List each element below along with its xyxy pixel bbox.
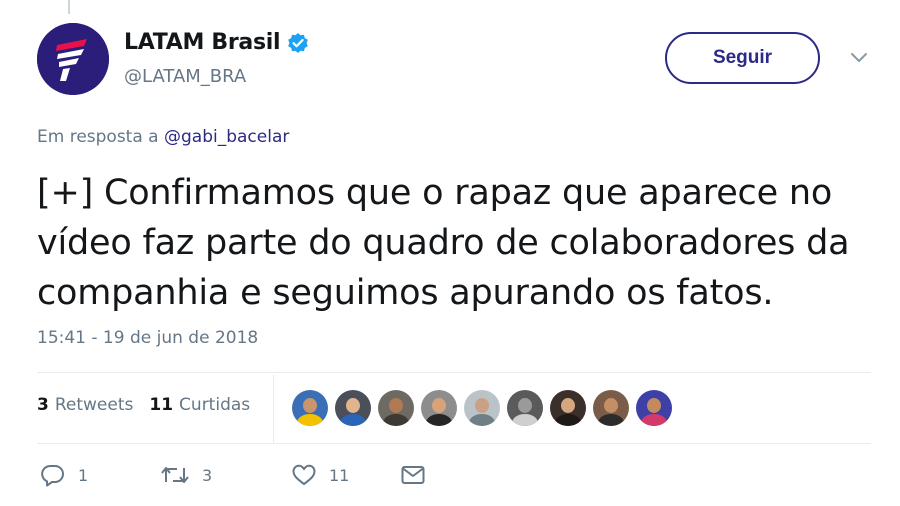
verified-badge-icon xyxy=(287,32,309,54)
display-name[interactable]: LATAM Brasil xyxy=(124,30,281,55)
retweet-button[interactable]: 3 xyxy=(160,463,291,487)
chevron-down-icon[interactable] xyxy=(848,50,870,66)
liker-avatar[interactable] xyxy=(550,390,586,426)
reply-icon xyxy=(40,463,66,487)
likes-stat[interactable]: 11 Curtidas xyxy=(149,395,250,415)
divider-bottom xyxy=(37,443,871,444)
retweet-icon xyxy=(160,463,190,487)
liker-avatar[interactable] xyxy=(507,390,543,426)
latam-logo xyxy=(37,23,109,95)
liker-avatar[interactable] xyxy=(593,390,629,426)
liker-avatar[interactable] xyxy=(421,390,457,426)
retweet-count: 3 xyxy=(202,465,213,485)
reply-prefix: Em resposta a xyxy=(37,127,164,147)
author-name-row: LATAM Brasil xyxy=(124,30,309,55)
like-count: 11 xyxy=(329,465,350,485)
liker-avatar[interactable] xyxy=(636,390,672,426)
retweets-stat[interactable]: 3 Retweets xyxy=(37,395,133,415)
heart-icon xyxy=(291,463,317,487)
retweets-count: 3 xyxy=(37,395,49,415)
tweet-text: [+] Confirmamos que o rapaz que aparece … xyxy=(37,173,850,313)
liker-avatar[interactable] xyxy=(335,390,371,426)
follow-button[interactable]: Seguir xyxy=(665,32,820,84)
liker-avatar[interactable] xyxy=(464,390,500,426)
liker-avatar[interactable] xyxy=(292,390,328,426)
likes-count: 11 xyxy=(149,395,174,415)
engagement-stats: 3 Retweets 11 Curtidas xyxy=(37,395,250,415)
stats-separator xyxy=(273,375,274,443)
reply-count: 1 xyxy=(78,465,89,485)
reply-context: Em resposta a @gabi_bacelar xyxy=(37,127,289,147)
envelope-icon xyxy=(400,463,426,487)
direct-message-button[interactable] xyxy=(400,463,426,487)
tweet-actions: 1 3 11 xyxy=(40,463,426,487)
likes-label: Curtidas xyxy=(179,395,251,415)
reply-mention-link[interactable]: @gabi_bacelar xyxy=(164,127,289,147)
thread-connector-line xyxy=(68,0,70,14)
reply-button[interactable]: 1 xyxy=(40,463,160,487)
avatar[interactable] xyxy=(37,23,109,95)
liker-avatar[interactable] xyxy=(378,390,414,426)
like-button[interactable]: 11 xyxy=(291,463,400,487)
liker-avatars xyxy=(292,390,679,426)
retweets-label: Retweets xyxy=(54,395,134,415)
tweet-timestamp[interactable]: 15:41 - 19 de jun de 2018 xyxy=(37,328,258,348)
handle[interactable]: @LATAM_BRA xyxy=(124,66,246,87)
divider-top xyxy=(37,372,871,373)
